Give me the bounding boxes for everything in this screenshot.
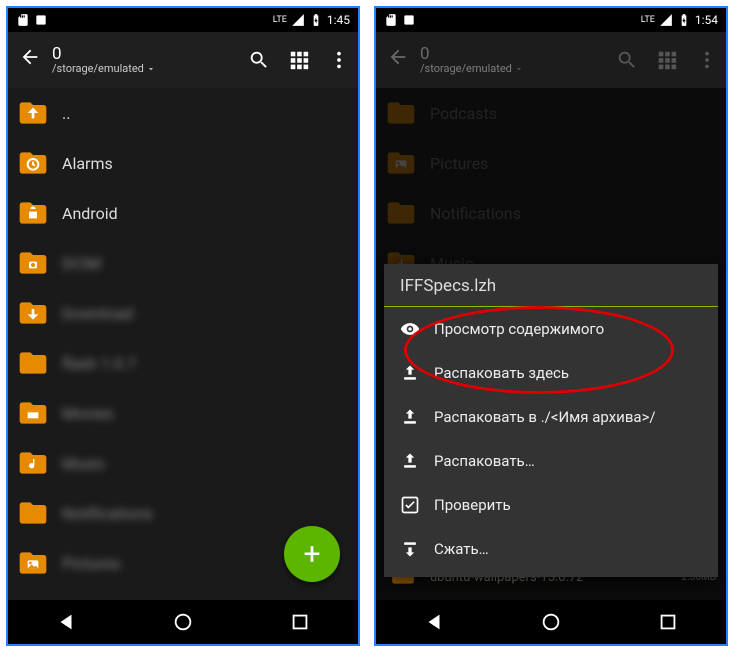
list-item[interactable]: flash 1.0.7 (8, 338, 358, 388)
file-name: flash 1.0.7 (62, 354, 342, 373)
grid-view-icon (656, 49, 678, 71)
extract-icon (400, 363, 420, 383)
android-navbar (8, 600, 358, 644)
list-item[interactable]: Alarms (8, 138, 358, 188)
folder-icon (14, 546, 52, 580)
fab-add[interactable]: + (284, 526, 340, 582)
eye-icon (400, 319, 420, 339)
file-list[interactable]: .. Alarms Android DCIM Download flash 1.0.7 Mo… (8, 88, 358, 600)
list-item[interactable]: .. (8, 88, 358, 138)
signal-icon (291, 13, 305, 27)
list-item[interactable]: DCIM (8, 238, 358, 288)
context-menu-item[interactable]: Проверить (384, 483, 718, 527)
list-item[interactable]: Download (8, 288, 358, 338)
clock-label: 1:54 (695, 13, 718, 27)
menu-item-label: Распаковать здесь (434, 364, 569, 382)
phone-right: LTE 1:54 0 /storage/emulated PodcastsPic… (374, 6, 728, 646)
context-menu-item[interactable]: Распаковать здесь (384, 351, 718, 395)
battery-icon (309, 13, 323, 27)
arrow-left-icon (387, 46, 409, 68)
list-item[interactable]: Android (8, 188, 358, 238)
extract-to-icon (400, 407, 420, 427)
breadcrumb: 0 /storage/emulated (412, 45, 610, 76)
list-item[interactable]: Podcasts (8, 588, 358, 600)
search-icon (616, 49, 638, 71)
check-icon (400, 495, 420, 515)
arrow-left-icon (19, 46, 41, 68)
phone-left: LTE 1:45 0 /storage/emulated .. Alarms And… (6, 6, 360, 646)
breadcrumb[interactable]: 0 /storage/emulated (44, 45, 242, 76)
lte-label: LTE (641, 15, 655, 25)
plus-icon: + (303, 537, 320, 572)
app-bar: 0 /storage/emulated (8, 32, 358, 88)
list-item[interactable]: Movies (8, 388, 358, 438)
file-name: Movies (62, 404, 342, 423)
menu-item-label: Просмотр содержимого (434, 320, 604, 338)
more-icon[interactable] (328, 49, 350, 71)
path-short: 0 (420, 45, 610, 64)
folder-icon (14, 596, 52, 600)
dropdown-icon (146, 64, 156, 74)
back-button[interactable] (16, 46, 44, 74)
list-item[interactable]: Music (8, 438, 358, 488)
nav-recent-icon[interactable] (289, 611, 311, 633)
nav-home-icon[interactable] (172, 611, 194, 633)
folder-icon (14, 246, 52, 280)
file-name: Download (62, 304, 342, 323)
status-bar: LTE 1:45 (8, 8, 358, 32)
menu-item-label: Проверить (434, 496, 511, 514)
file-name: Alarms (62, 154, 342, 173)
grid-view-icon[interactable] (288, 49, 310, 71)
folder-icon (14, 196, 52, 230)
clock-label: 1:45 (327, 13, 350, 27)
folder-icon (14, 346, 52, 380)
sd-card-icon (384, 13, 398, 27)
signal-icon (659, 13, 673, 27)
folder-icon (14, 396, 52, 430)
compress-icon (400, 539, 420, 559)
search-icon[interactable] (248, 49, 270, 71)
notif-icon (34, 13, 48, 27)
folder-icon (14, 446, 52, 480)
file-name: Music (62, 454, 342, 473)
path-full: /storage/emulated (420, 63, 512, 75)
nav-recent-icon[interactable] (657, 611, 679, 633)
battery-icon (677, 13, 691, 27)
sd-card-icon (16, 13, 30, 27)
context-menu-item[interactable]: Распаковать в ./<Имя архива>/ (384, 395, 718, 439)
more-icon (696, 49, 718, 71)
path-short: 0 (52, 45, 242, 64)
nav-back-icon[interactable] (423, 611, 445, 633)
file-name: Android (62, 204, 342, 223)
context-menu-item[interactable]: Сжать… (384, 527, 718, 571)
notif-icon (402, 13, 416, 27)
file-name: DCIM (62, 254, 342, 273)
back-button (384, 46, 412, 74)
context-menu-item[interactable]: Просмотр содержимого (384, 307, 718, 351)
extract-to-icon (400, 451, 420, 471)
dropdown-icon (514, 64, 524, 74)
menu-item-label: Распаковать в ./<Имя архива>/ (434, 408, 656, 426)
menu-item-label: Распаковать… (434, 452, 535, 470)
nav-home-icon[interactable] (540, 611, 562, 633)
app-bar: 0 /storage/emulated (376, 32, 726, 88)
file-name: .. (62, 104, 348, 123)
file-name: Notifications (62, 504, 342, 523)
folder-icon (14, 96, 52, 130)
context-menu-item[interactable]: Распаковать… (384, 439, 718, 483)
android-navbar (376, 600, 726, 644)
nav-back-icon[interactable] (55, 611, 77, 633)
folder-icon (14, 496, 52, 530)
context-menu: IFFSpecs.lzh Просмотр содержимого Распако… (384, 264, 718, 577)
lte-label: LTE (273, 15, 287, 25)
status-bar: LTE 1:54 (376, 8, 726, 32)
context-menu-title: IFFSpecs.lzh (384, 264, 718, 307)
path-full: /storage/emulated (52, 63, 144, 75)
folder-icon (14, 296, 52, 330)
folder-icon (14, 146, 52, 180)
menu-item-label: Сжать… (434, 540, 489, 558)
